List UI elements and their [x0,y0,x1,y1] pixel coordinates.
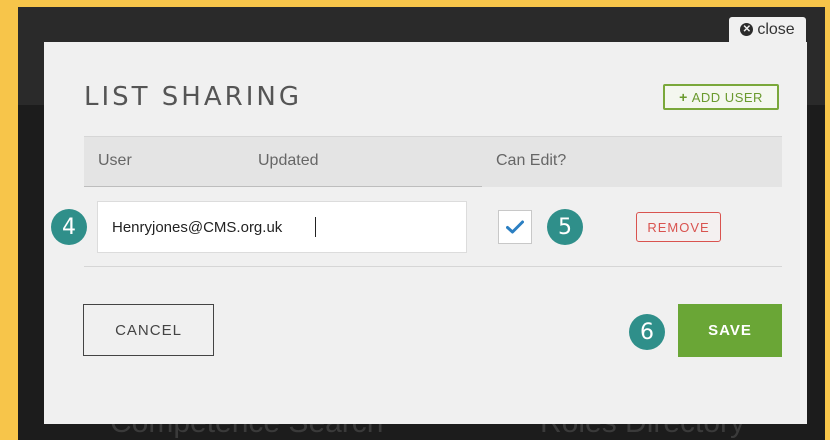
step-badge-5: 5 [547,209,583,245]
modal-title: LIST SHARING [84,82,302,112]
row-divider [84,266,782,267]
column-header-updated: Updated [258,152,319,169]
save-button[interactable]: SAVE [678,304,782,357]
column-header-user: User [98,152,132,169]
step-badge-6: 6 [629,314,665,350]
close-button[interactable]: ✕ close [729,17,806,42]
text-caret [315,217,316,237]
add-user-label: ADD USER [691,89,763,105]
column-header-can-edit: Can Edit? [496,152,567,169]
add-user-button[interactable]: + ADD USER [663,84,779,110]
plus-icon: + [679,89,688,105]
close-label: close [757,20,795,38]
header-divider [84,186,482,187]
remove-user-button[interactable]: REMOVE [636,212,721,242]
step-badge-4: 4 [51,209,87,245]
user-email-input[interactable] [97,201,467,253]
can-edit-checkbox[interactable] [498,210,532,244]
cancel-button[interactable]: CANCEL [83,304,214,356]
close-circle-icon: ✕ [740,23,754,36]
checkmark-icon [506,220,524,234]
table-header: User Updated Can Edit? [84,136,782,187]
